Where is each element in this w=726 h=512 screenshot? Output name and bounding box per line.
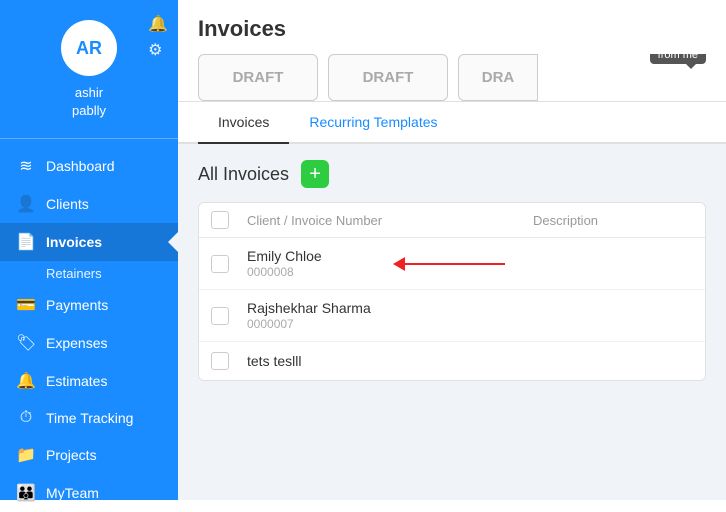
client-name: Rajshekhar Sharma <box>247 300 693 316</box>
projects-icon: 📁 <box>16 445 36 465</box>
from-me-tooltip: from me <box>650 54 706 64</box>
gear-icon[interactable]: ⚙ <box>148 40 168 60</box>
invoices-table: Client / Invoice Number Description Emil… <box>198 202 706 381</box>
sidebar-item-label: Retainers <box>46 266 102 281</box>
table-header: Client / Invoice Number Description <box>199 203 705 238</box>
sidebar-item-clients[interactable]: 👤 Clients <box>0 185 178 223</box>
tab-recurring-templates[interactable]: Recurring Templates <box>289 102 457 144</box>
draft-row: DRAFT DRAFT DRA from me <box>198 54 706 101</box>
expenses-icon: 🏷 <box>16 333 36 353</box>
sidebar-header: AR ashir pablly 🔔 ⚙ <box>0 0 178 130</box>
sidebar-item-payments[interactable]: 💳 Payments <box>0 286 178 324</box>
estimates-icon: 🔔 <box>16 371 36 391</box>
sidebar: AR ashir pablly 🔔 ⚙ ≋ Dashboard 👤 Client… <box>0 0 178 500</box>
page-title: Invoices <box>198 16 706 42</box>
sidebar-item-myteam[interactable]: 👪 MyTeam <box>0 474 178 512</box>
sidebar-item-label: Invoices <box>46 234 102 250</box>
avatar: AR <box>61 20 117 76</box>
client-name: tets teslll <box>247 353 693 369</box>
section-header: All Invoices + <box>198 160 706 188</box>
myteam-icon: 👪 <box>16 483 36 503</box>
tabs-bar: Invoices Recurring Templates <box>178 102 726 144</box>
sidebar-item-expenses[interactable]: 🏷 Expenses <box>0 324 178 362</box>
client-info: tets teslll <box>247 353 693 370</box>
section-title: All Invoices <box>198 164 289 185</box>
table-row[interactable]: Rajshekhar Sharma 0000007 <box>199 290 705 342</box>
sidebar-item-time-tracking[interactable]: ⏱ Time Tracking <box>0 400 178 436</box>
draft-badge-1[interactable]: DRAFT <box>198 54 318 101</box>
sidebar-item-label: Payments <box>46 297 108 313</box>
tab-invoices[interactable]: Invoices <box>198 102 289 144</box>
main-content: Invoices DRAFT DRAFT DRA from me Invoice… <box>178 0 726 500</box>
red-arrow <box>394 257 505 271</box>
time-tracking-icon: ⏱ <box>16 409 36 427</box>
dashboard-icon: ≋ <box>16 156 36 176</box>
sidebar-item-label: Expenses <box>46 335 107 351</box>
arrowhead-icon <box>393 257 405 271</box>
sidebar-item-label: Projects <box>46 447 97 463</box>
sidebar-item-invoices[interactable]: 📄 Invoices <box>0 223 178 261</box>
row-checkbox[interactable] <box>211 307 229 325</box>
clients-icon: 👤 <box>16 194 36 214</box>
invoice-number: 0000007 <box>247 317 693 331</box>
table-row[interactable]: Emily Chloe 0000008 <box>199 238 705 290</box>
arrow-line <box>405 263 505 265</box>
sidebar-item-label: Clients <box>46 196 89 212</box>
select-all-checkbox[interactable] <box>211 211 229 229</box>
col-desc-header: Description <box>533 213 693 228</box>
sidebar-item-projects[interactable]: 📁 Projects <box>0 436 178 474</box>
invoices-icon: 📄 <box>16 232 36 252</box>
sidebar-item-label: MyTeam <box>46 485 99 501</box>
header-checkbox-col <box>211 211 247 229</box>
top-section: Invoices DRAFT DRAFT DRA from me <box>178 0 726 102</box>
sidebar-item-label: Dashboard <box>46 158 115 174</box>
user-info: ashir pablly <box>72 84 106 120</box>
sidebar-item-estimates[interactable]: 🔔 Estimates <box>0 362 178 400</box>
row-checkbox[interactable] <box>211 255 229 273</box>
sidebar-item-dashboard[interactable]: ≋ Dashboard <box>0 147 178 185</box>
add-invoice-button[interactable]: + <box>301 160 329 188</box>
row-checkbox[interactable] <box>211 352 229 370</box>
client-info: Rajshekhar Sharma 0000007 <box>247 300 693 331</box>
header-icons: 🔔 ⚙ <box>148 14 168 60</box>
draft-badge-3[interactable]: DRA <box>458 54 538 101</box>
draft-badge-2[interactable]: DRAFT <box>328 54 448 101</box>
company: pablly <box>72 103 106 118</box>
bell-icon[interactable]: 🔔 <box>148 14 168 34</box>
sidebar-item-retainers[interactable]: Retainers <box>0 261 178 286</box>
content-area: All Invoices + Client / Invoice Number D… <box>178 144 726 500</box>
table-row[interactable]: tets teslll <box>199 342 705 380</box>
sidebar-item-label: Time Tracking <box>46 410 133 426</box>
payments-icon: 💳 <box>16 295 36 315</box>
col-client-header: Client / Invoice Number <box>247 213 533 228</box>
username: ashir <box>75 85 103 100</box>
sidebar-item-label: Estimates <box>46 373 107 389</box>
